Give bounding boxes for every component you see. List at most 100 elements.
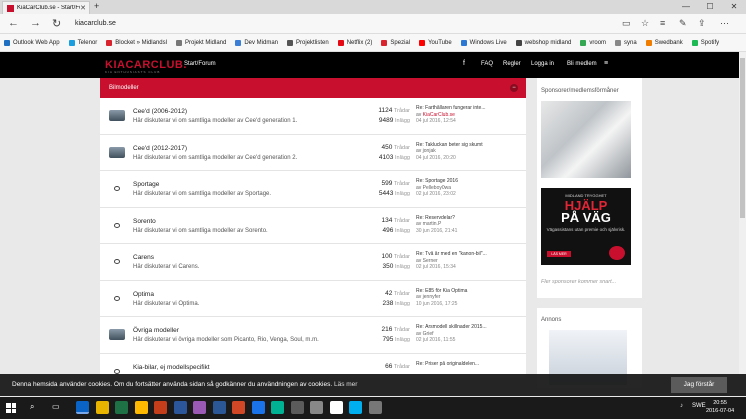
- forum-car-icon: [109, 146, 125, 158]
- bookmark-item[interactable]: Telenor: [68, 39, 97, 46]
- forum-name-link[interactable]: Sportage: [133, 181, 159, 188]
- taskbar-app-icon[interactable]: [310, 401, 323, 414]
- forum-name-link[interactable]: Optima: [133, 291, 154, 298]
- scrollbar-thumb[interactable]: [740, 58, 745, 218]
- taskbar-app-icon[interactable]: [115, 401, 128, 414]
- taskbar-app-icon[interactable]: [251, 401, 265, 414]
- last-post-title-link[interactable]: Re: Priser på originaldelen...: [416, 361, 524, 368]
- system-clock[interactable]: 20:55 2016-07-04: [706, 400, 734, 415]
- task-view-icon[interactable]: ▭: [52, 402, 60, 411]
- bookmark-favicon-icon: [4, 39, 10, 46]
- forum-description: Här diskuterar vi Carens.: [133, 264, 200, 270]
- bookmark-item[interactable]: Blocket » Midlandsl: [106, 39, 167, 46]
- bookmark-label: Spotify: [700, 39, 720, 46]
- last-post-user-link[interactable]: KiaCarClub.se: [423, 112, 455, 118]
- forum-bubble-icon: [114, 222, 120, 228]
- cookie-read-more-link[interactable]: Läs mer: [334, 381, 357, 388]
- windows-start-icon[interactable]: [6, 403, 16, 413]
- taskbar-app-icon[interactable]: [349, 401, 362, 414]
- forum-name-link[interactable]: Cee'd (2012-2017): [133, 145, 187, 152]
- page-scrollbar[interactable]: [739, 52, 746, 377]
- bookmark-item[interactable]: Outlook Web App: [4, 39, 60, 46]
- favorite-star-icon[interactable]: ☆: [641, 18, 649, 29]
- search-icon[interactable]: ⌕: [30, 402, 34, 412]
- forum-name-link[interactable]: Cee'd (2006-2012): [133, 108, 187, 115]
- minimize-button[interactable]: —: [674, 0, 698, 13]
- bookmark-item[interactable]: vroom: [580, 39, 606, 46]
- bookmark-item[interactable]: Windows Live: [460, 39, 507, 46]
- nav-faq[interactable]: FAQ: [481, 61, 493, 67]
- last-post: Re: Reservdelar? av martin.P 30 jun 2016, …: [416, 215, 524, 235]
- bookmark-item[interactable]: Projekt Midland: [175, 39, 226, 46]
- topic-label: Trådar: [394, 363, 410, 370]
- nav-register[interactable]: Bli medlem: [567, 61, 597, 67]
- address-bar[interactable]: kiacarclub.se: [75, 17, 615, 31]
- taskbar-app-icon[interactable]: [271, 401, 284, 414]
- forum-stats: 42 Trådar 238 Inlägg: [365, 289, 410, 309]
- forum-name-link[interactable]: Kia-bilar, ej modellspecifikt: [133, 364, 210, 371]
- forum-stats: 216 Trådar 795 Inlägg: [365, 325, 410, 345]
- refresh-icon[interactable]: ↻: [52, 17, 61, 30]
- facebook-icon[interactable]: f: [463, 60, 465, 67]
- web-note-icon[interactable]: ✎: [679, 18, 687, 29]
- last-post-date: 30 jun 2016, 21:41: [416, 227, 458, 234]
- bookmark-item[interactable]: Projektlisten: [287, 39, 329, 46]
- ad-read-more-button[interactable]: LÄS MER: [547, 251, 571, 257]
- midland-ad-banner[interactable]: MIDLAND TRYGGHET HJÄLP PÅ VÄG Vägassista…: [541, 188, 631, 265]
- hub-icon[interactable]: ≡: [660, 18, 665, 28]
- category-title[interactable]: Bilmodeller: [109, 85, 139, 91]
- close-window-button[interactable]: ✕: [722, 0, 746, 13]
- taskbar-app-icon[interactable]: [368, 401, 382, 414]
- taskbar-app-icon[interactable]: [173, 401, 187, 414]
- browser-tab[interactable]: KiaCarClub.se - Start/Fo ✕: [2, 1, 90, 14]
- taskbar-app-icon[interactable]: [232, 401, 245, 414]
- post-count: 350: [382, 263, 394, 270]
- taskbar-app-icon[interactable]: [76, 401, 89, 414]
- bookmark-favicon-icon: [337, 39, 344, 46]
- forum-row: Sportage Här diskuterar vi om samtliga mo…: [100, 171, 526, 208]
- bookmark-label: webshop midland: [524, 39, 572, 46]
- bookmark-item[interactable]: Dev Midman: [235, 39, 278, 46]
- tab-close-icon[interactable]: ✕: [80, 4, 86, 12]
- bookmark-item[interactable]: Spezial: [381, 39, 410, 46]
- last-post-by: av Grief: [416, 330, 434, 337]
- last-post-by: av martin.P: [416, 221, 442, 227]
- taskbar-app-icon[interactable]: [193, 401, 206, 414]
- forum-stats: 450 Trådar 4103 Inlägg: [365, 143, 410, 163]
- taskbar-app-icon[interactable]: [290, 401, 304, 414]
- taskbar-app-icon[interactable]: [95, 401, 109, 414]
- nav-login[interactable]: Logga in: [531, 61, 554, 67]
- maximize-button[interactable]: ☐: [698, 0, 722, 13]
- forum-name-link[interactable]: Carens: [133, 254, 154, 261]
- nav-start-forum[interactable]: Start/Forum: [184, 61, 216, 67]
- taskbar-app-icon[interactable]: [154, 401, 167, 414]
- taskbar-app-icon[interactable]: [212, 401, 226, 414]
- volume-icon[interactable]: ♪: [680, 403, 683, 409]
- new-tab-button[interactable]: +: [94, 1, 99, 11]
- bookmark-item[interactable]: Swedbank: [645, 39, 683, 46]
- taskbar-app-icon[interactable]: [329, 401, 343, 414]
- bookmark-item[interactable]: syna: [615, 39, 637, 46]
- forum-name-link[interactable]: Övriga modeller: [133, 327, 179, 334]
- back-arrow-icon[interactable]: ←: [8, 17, 19, 29]
- last-post: Re: Sportage 2016 av Pelleboy0wa 02 jul 20…: [416, 178, 524, 198]
- topic-label: Trådar: [394, 254, 410, 260]
- menu-icon[interactable]: ≡: [604, 60, 608, 67]
- bookmark-item[interactable]: YouTube: [419, 39, 452, 46]
- bookmark-item[interactable]: Netflix (2): [337, 39, 372, 46]
- last-post: Re: Takluckan beter sig skumt av jonjak 04…: [416, 142, 524, 162]
- taskbar-app-icon[interactable]: [134, 401, 148, 414]
- sponsor-car-image[interactable]: [541, 101, 631, 178]
- bookmark-item[interactable]: webshop midland: [515, 39, 572, 46]
- reading-view-icon[interactable]: ▭: [622, 18, 631, 29]
- collapse-icon[interactable]: −: [510, 84, 518, 92]
- topic-label: Trådar: [394, 217, 410, 224]
- more-icon[interactable]: ⋯: [720, 18, 729, 29]
- forum-name-link[interactable]: Sorento: [133, 218, 156, 225]
- forward-arrow-icon[interactable]: →: [30, 17, 41, 29]
- language-indicator[interactable]: SWE: [692, 403, 706, 409]
- share-icon[interactable]: ⇪: [698, 18, 706, 29]
- nav-rules[interactable]: Regler: [503, 61, 521, 67]
- bookmark-item[interactable]: Spotify: [691, 39, 720, 46]
- cookie-accept-button[interactable]: Jag förstår: [671, 377, 727, 393]
